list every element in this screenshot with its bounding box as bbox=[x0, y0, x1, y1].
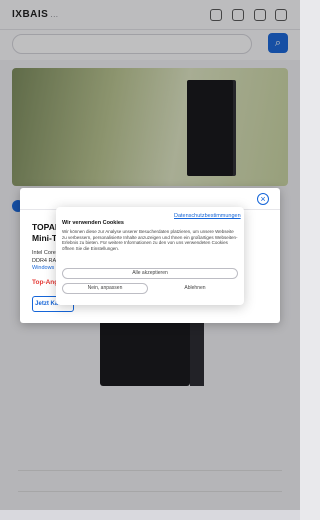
cookie-description: Wir können diese zur Analyse unserer Bes… bbox=[62, 229, 238, 251]
close-icon[interactable]: × bbox=[257, 193, 269, 205]
accept-all-button[interactable]: Alle akzeptieren bbox=[62, 268, 238, 279]
reject-button[interactable]: Ablehnen bbox=[152, 283, 238, 294]
cookie-title: Wir verwenden Cookies bbox=[62, 220, 124, 226]
privacy-policy-link[interactable]: Datenschutzbestimmungen bbox=[174, 213, 241, 219]
bottom-bar bbox=[0, 510, 300, 520]
adjust-settings-button[interactable]: Nein, anpassen bbox=[62, 283, 148, 294]
